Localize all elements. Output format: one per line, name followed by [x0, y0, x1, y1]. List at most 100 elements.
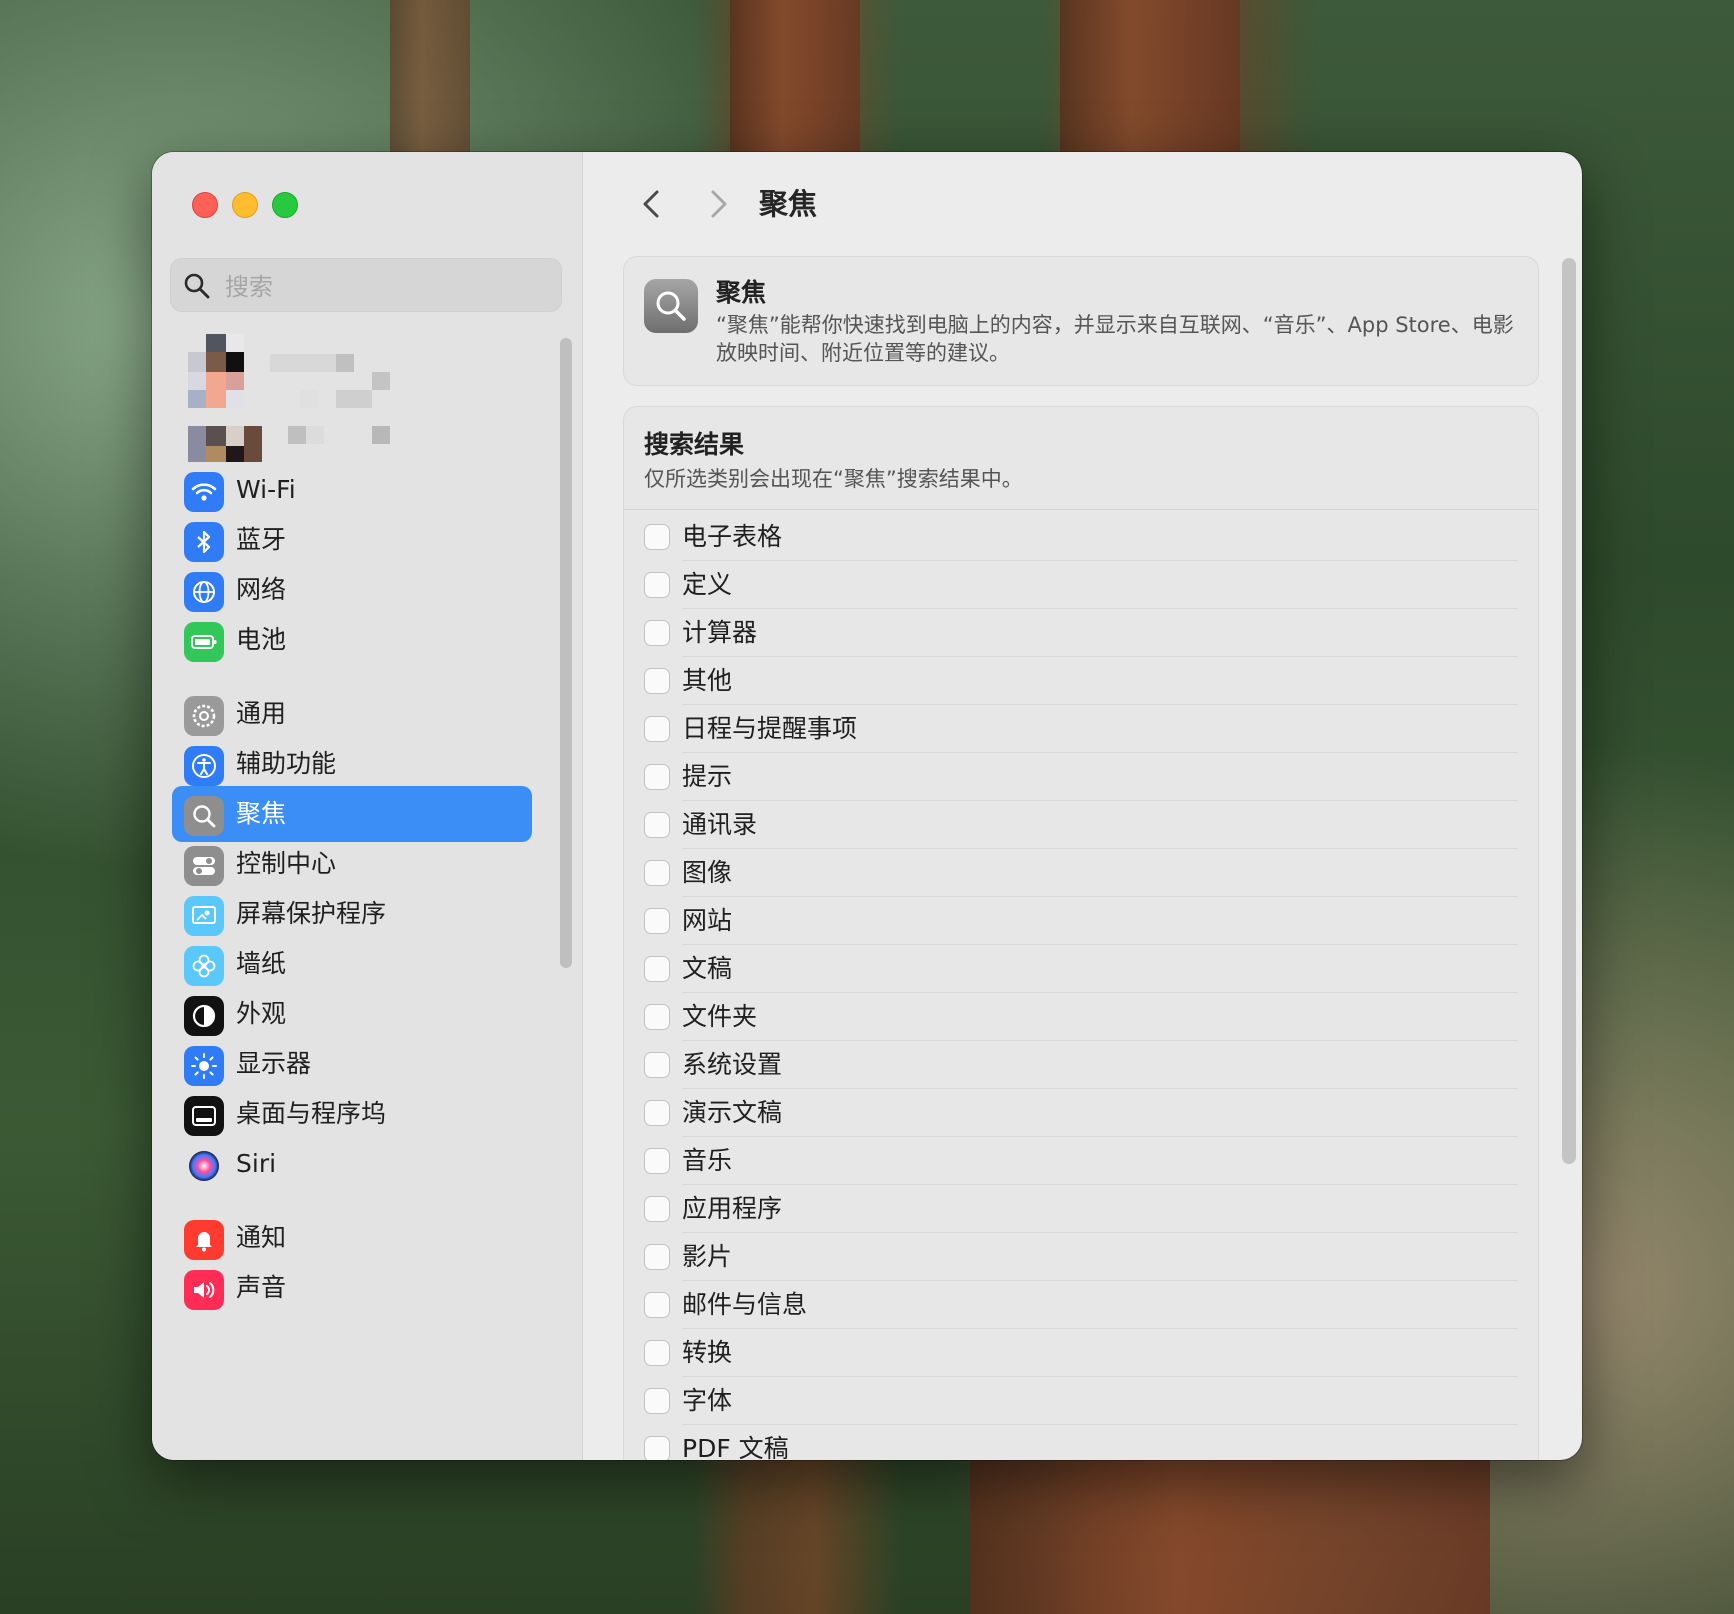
category-checkbox[interactable] [644, 1196, 670, 1222]
category-checkbox[interactable] [644, 1388, 670, 1414]
sidebar-item-9[interactable]: 墙纸 [172, 936, 532, 992]
search-icon [183, 272, 211, 304]
settings-window: Wi-Fi蓝牙网络电池通用辅助功能聚焦控制中心屏幕保护程序墙纸外观显示器桌面与程… [152, 152, 1582, 1460]
category-label: 邮件与信息 [682, 1290, 808, 1319]
category-label: 日程与提醒事项 [682, 714, 858, 743]
category-label: 文件夹 [682, 1002, 758, 1031]
category-checkbox[interactable] [644, 1340, 670, 1366]
category-row[interactable]: 转换 [644, 1329, 1518, 1377]
category-row[interactable]: 系统设置 [644, 1041, 1518, 1089]
sidebar-item-1[interactable]: 蓝牙 [172, 512, 532, 568]
main-scrollbar[interactable] [1562, 258, 1576, 1164]
sidebar-item-label: 屏幕保护程序 [236, 899, 387, 928]
sidebar-item-label: 蓝牙 [236, 525, 287, 554]
category-label: 计算器 [682, 618, 758, 647]
category-row[interactable]: 电子表格 [644, 513, 1518, 561]
sidebar-search[interactable] [170, 258, 562, 312]
category-checkbox[interactable] [644, 1052, 670, 1078]
sidebar-item-15[interactable]: 声音 [172, 1260, 532, 1316]
category-row[interactable]: 计算器 [644, 609, 1518, 657]
sidebar-item-10[interactable]: 外观 [172, 986, 532, 1042]
divider [624, 509, 1538, 510]
globe-icon [184, 572, 224, 612]
category-checkbox[interactable] [644, 1292, 670, 1318]
category-label: 提示 [682, 762, 733, 791]
category-checkbox[interactable] [644, 908, 670, 934]
category-checkbox[interactable] [644, 1244, 670, 1270]
category-row[interactable]: 日程与提醒事项 [644, 705, 1518, 753]
spotlight-app-icon [644, 279, 698, 333]
category-checkbox[interactable] [644, 1100, 670, 1126]
bluetooth-icon [184, 522, 224, 562]
category-label: 网站 [682, 906, 733, 935]
sidebar-item-3[interactable]: 电池 [172, 612, 532, 668]
sidebar-item-label: 桌面与程序坞 [236, 1099, 387, 1128]
forward-button[interactable] [699, 182, 739, 226]
category-row[interactable]: 应用程序 [644, 1185, 1518, 1233]
category-row[interactable]: 其他 [644, 657, 1518, 705]
category-label: PDF 文稿 [682, 1434, 789, 1460]
category-label: 字体 [682, 1386, 733, 1415]
category-row[interactable]: 图像 [644, 849, 1518, 897]
intro-description: “聚焦”能帮你快速找到电脑上的内容，并显示来自互联网、“音乐”、App Stor… [716, 313, 1514, 365]
category-row[interactable]: 网站 [644, 897, 1518, 945]
sidebar-item-6[interactable]: 聚焦 [172, 786, 532, 842]
category-checkbox[interactable] [644, 524, 670, 550]
main-pane: 聚焦 聚焦 “聚焦”能帮你快速找到电脑上的内容，并显示来自互联网、“音乐”、Ap… [583, 152, 1582, 1460]
dock-icon [184, 1096, 224, 1136]
results-title: 搜索结果 [644, 430, 745, 459]
minimize-button[interactable] [232, 192, 258, 218]
category-checkbox[interactable] [644, 1436, 670, 1460]
bell-icon [184, 1220, 224, 1260]
speaker-icon [184, 1270, 224, 1310]
sidebar-item-7[interactable]: 控制中心 [172, 836, 532, 892]
category-row[interactable]: 定义 [644, 561, 1518, 609]
sidebar-item-11[interactable]: 显示器 [172, 1036, 532, 1092]
gear-icon [184, 696, 224, 736]
category-checkbox[interactable] [644, 956, 670, 982]
category-checkbox[interactable] [644, 716, 670, 742]
category-row[interactable]: 影片 [644, 1233, 1518, 1281]
category-checkbox[interactable] [644, 1004, 670, 1030]
sidebar-scrollbar[interactable] [560, 338, 572, 968]
category-label: 转换 [682, 1338, 733, 1367]
sidebar: Wi-Fi 蓝牙网络电池通用辅助功能聚焦控制中心屏幕保护程序墙纸外观显示器桌面与程… [152, 152, 583, 1460]
sidebar-item-label: 通用 [236, 699, 287, 728]
category-row[interactable]: 字体 [644, 1377, 1518, 1425]
siri-icon [184, 1146, 224, 1186]
intro-title: 聚焦 [716, 278, 767, 307]
sidebar-item-12[interactable]: 桌面与程序坞 [172, 1086, 532, 1142]
category-checkbox[interactable] [644, 620, 670, 646]
category-row[interactable]: 演示文稿 [644, 1089, 1518, 1137]
category-checkbox[interactable] [644, 764, 670, 790]
category-row[interactable]: 邮件与信息 [644, 1281, 1518, 1329]
wallpaper-tree [730, 0, 860, 160]
sidebar-item-label: 通知 [236, 1223, 287, 1252]
category-row[interactable]: 文稿 [644, 945, 1518, 993]
sidebar-item-8[interactable]: 屏幕保护程序 [172, 886, 532, 942]
close-button[interactable] [192, 192, 218, 218]
category-label: 影片 [682, 1242, 733, 1271]
category-row[interactable]: 音乐 [644, 1137, 1518, 1185]
category-row[interactable]: 提示 [644, 753, 1518, 801]
category-row[interactable]: 文件夹 [644, 993, 1518, 1041]
sidebar-item-4[interactable]: 通用 [172, 686, 532, 742]
category-checkbox[interactable] [644, 1148, 670, 1174]
sidebar-item-13[interactable]: Siri [172, 1136, 532, 1192]
sidebar-item-0[interactable]: Wi-Fi [172, 462, 532, 518]
sidebar-item-5[interactable]: 辅助功能 [172, 736, 532, 792]
sidebar-item-14[interactable]: 通知 [172, 1210, 532, 1266]
sidebar-item-2[interactable]: 网络 [172, 562, 532, 618]
category-checkbox[interactable] [644, 812, 670, 838]
category-checkbox[interactable] [644, 860, 670, 886]
back-button[interactable] [633, 182, 673, 226]
chevron-left-icon [643, 190, 659, 218]
category-row[interactable]: PDF 文稿 [644, 1425, 1518, 1460]
category-checkbox[interactable] [644, 668, 670, 694]
category-checkbox[interactable] [644, 572, 670, 598]
search-input[interactable] [223, 267, 547, 307]
category-row[interactable]: 通讯录 [644, 801, 1518, 849]
category-label: 通讯录 [682, 810, 758, 839]
category-label: 应用程序 [682, 1194, 783, 1223]
zoom-button[interactable] [272, 192, 298, 218]
